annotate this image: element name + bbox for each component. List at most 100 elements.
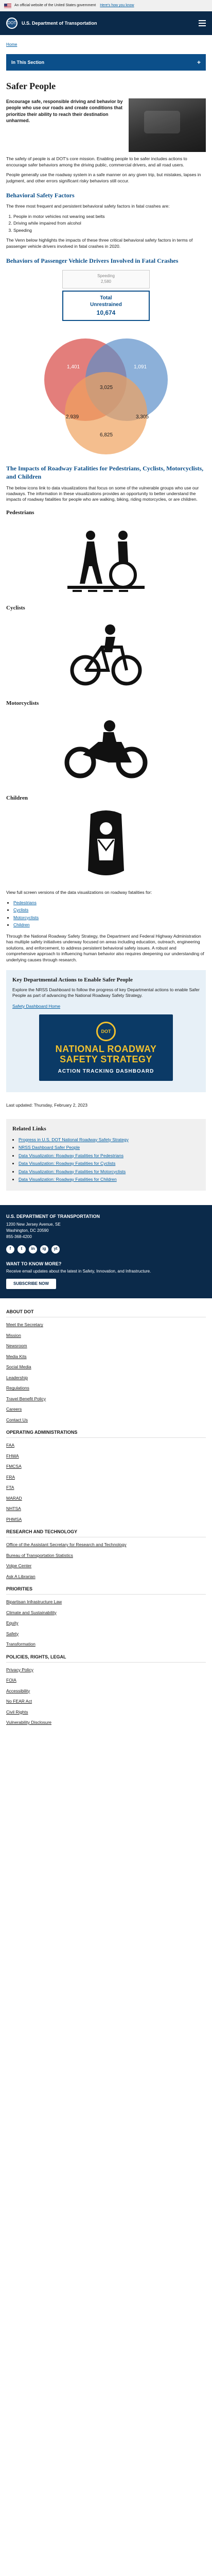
- stat-tile-speeding: Speeding 2,580: [62, 270, 150, 289]
- motorcycle-icon: [64, 720, 148, 778]
- safety-dashboard-link[interactable]: Safety Dashboard Home: [12, 1004, 60, 1009]
- nrss-dashboard-banner[interactable]: DOT NATIONAL ROADWAY SAFETY STRATEGY ACT…: [39, 1014, 173, 1081]
- related-link[interactable]: Data Visualization: Roadway Fatalities f…: [19, 1153, 123, 1158]
- children-heading: Children: [6, 795, 28, 802]
- site-header: DOT U.S. Department of Transportation: [0, 11, 212, 35]
- list-item: Data Visualization: Roadway Fatalities f…: [19, 1177, 200, 1182]
- related-link[interactable]: Data Visualization: Roadway Fatalities f…: [19, 1177, 117, 1182]
- footer-nav-link[interactable]: No FEAR Act: [6, 1699, 206, 1704]
- footer-nav-link[interactable]: Contact Us: [6, 1417, 206, 1423]
- breadcrumb-home[interactable]: Home: [6, 42, 17, 47]
- footer-nav-link[interactable]: FAA: [6, 1443, 206, 1448]
- footer-nav-link[interactable]: Volpe Center: [6, 1563, 206, 1569]
- footer-nav-title: OPERATING ADMINISTRATIONS: [6, 1429, 206, 1438]
- youtube-icon[interactable]: yt: [51, 1245, 60, 1253]
- related-link[interactable]: Data Visualization: Roadway Fatalities f…: [19, 1169, 126, 1174]
- children-figure[interactable]: [6, 806, 206, 884]
- footer-phone[interactable]: 855-368-4200: [6, 1234, 32, 1239]
- venn-region-label: 1,091: [134, 364, 147, 370]
- footer-nav-link[interactable]: Careers: [6, 1406, 206, 1412]
- related-link[interactable]: NRSS Dashboard Safer People: [19, 1145, 80, 1150]
- list-item: Data Visualization: Roadway Fatalities f…: [19, 1153, 200, 1159]
- venn-heading: Behaviors of Passenger Vehicle Drivers I…: [6, 257, 179, 265]
- footer-nav-link[interactable]: Safety: [6, 1631, 206, 1637]
- venn-svg: 2,939 3,305 3,025 6,825 1,401 1,091: [44, 338, 168, 455]
- footer-org: U.S. DEPARTMENT OF TRANSPORTATION: [6, 1214, 100, 1219]
- list-item: NRSS Dashboard Safer People: [19, 1145, 200, 1150]
- related-link[interactable]: Data Visualization: Roadway Fatalities f…: [19, 1161, 115, 1166]
- in-this-section-toggle[interactable]: In This Section +: [6, 54, 206, 71]
- venn-paragraph: The Venn below highlights the impacts of…: [6, 238, 193, 249]
- footer-nav: ABOUT DOT Meet the Secretary Mission New…: [0, 1298, 212, 1740]
- impacts-heading: The Impacts of Roadway Fatalities for Pe…: [6, 465, 204, 481]
- footer-nav-link[interactable]: Accessibility: [6, 1688, 206, 1694]
- list-item: Children: [13, 922, 206, 928]
- footer-nav-link[interactable]: Media Kits: [6, 1354, 206, 1360]
- list-item: Cyclists: [13, 907, 206, 913]
- footer-nav-link[interactable]: Newsroom: [6, 1343, 206, 1349]
- footer-nav-section: OPERATING ADMINISTRATIONS FAA FHWA FMCSA…: [6, 1429, 206, 1522]
- footer-nav-title: PRIORITIES: [6, 1586, 206, 1595]
- footer-nav-link[interactable]: Vulnerability Disclosure: [6, 1720, 206, 1725]
- footer-nav-title: POLICIES, RIGHTS, LEGAL: [6, 1654, 206, 1663]
- related-links: Related Links Progress in U.S. DOT Natio…: [6, 1118, 206, 1191]
- venn-region-label: 1,401: [67, 364, 80, 370]
- intro-row: Encourage safe, responsible driving and …: [6, 98, 206, 152]
- footer-nav-link[interactable]: Climate and Sustainability: [6, 1610, 206, 1616]
- callout-body: Explore the NRSS Dashboard to follow the…: [12, 987, 200, 998]
- footer-nav-link[interactable]: Equity: [6, 1620, 206, 1626]
- menu-icon[interactable]: [199, 20, 206, 26]
- intro-paragraph-2: People generally use the roadway system …: [6, 172, 201, 183]
- cyclists-figure[interactable]: [6, 616, 206, 693]
- banner-subtitle: ACTION TRACKING DASHBOARD: [58, 1068, 154, 1074]
- social-links: f t in ig yt: [6, 1245, 206, 1253]
- footer-nav-link[interactable]: FMCSA: [6, 1464, 206, 1469]
- link-cyclists[interactable]: Cyclists: [13, 907, 28, 912]
- footer-nav-link[interactable]: Regulations: [6, 1385, 206, 1391]
- stat-sub: Unrestrained: [90, 302, 122, 308]
- footer-nav-link[interactable]: PHMSA: [6, 1517, 206, 1522]
- footer-nav-link[interactable]: FTA: [6, 1485, 206, 1490]
- motorcyclists-heading: Motorcyclists: [6, 700, 39, 706]
- footer-nav-link[interactable]: Travel Benefit Policy: [6, 1396, 206, 1402]
- footer-nav-link[interactable]: Social Media: [6, 1364, 206, 1370]
- page-title: Safer People: [6, 80, 56, 91]
- how-you-know-link[interactable]: Here's how you know: [100, 3, 134, 8]
- footer-nav-link[interactable]: Leadership: [6, 1375, 206, 1381]
- footer-nav-link[interactable]: MARAD: [6, 1496, 206, 1501]
- footer-nav-section: POLICIES, RIGHTS, LEGAL Privacy Policy F…: [6, 1654, 206, 1726]
- footer-nav-link[interactable]: Privacy Policy: [6, 1667, 206, 1673]
- footer-nav-link[interactable]: NHTSA: [6, 1506, 206, 1512]
- pedestrians-figure[interactable]: [6, 521, 206, 598]
- last-updated: Last updated: Thursday, February 2, 2023: [6, 1103, 87, 1108]
- facebook-icon[interactable]: f: [6, 1245, 14, 1253]
- site-name[interactable]: U.S. Department of Transportation: [22, 20, 195, 26]
- footer-nav-link[interactable]: Office of the Assistant Secretary for Re…: [6, 1542, 206, 1548]
- footer-nav-link[interactable]: Mission: [6, 1333, 206, 1338]
- link-children[interactable]: Children: [13, 922, 30, 927]
- factors-list: People in motor vehicles not wearing sea…: [6, 214, 206, 233]
- linkedin-icon[interactable]: in: [29, 1245, 37, 1253]
- dot-seal-icon[interactable]: DOT: [6, 18, 17, 29]
- motorcyclists-figure[interactable]: [6, 711, 206, 788]
- link-motorcyclists[interactable]: Motorcyclists: [13, 915, 39, 920]
- footer-nav-link[interactable]: Meet the Secretary: [6, 1322, 206, 1328]
- car-seat-icon: [88, 810, 124, 876]
- footer-nav-link[interactable]: FHWA: [6, 1453, 206, 1459]
- footer-nav-link[interactable]: Bipartisan Infrastructure Law: [6, 1599, 206, 1605]
- related-link[interactable]: Progress in U.S. DOT National Roadway Sa…: [19, 1137, 129, 1142]
- venn-diagram: 2,939 3,305 3,025 6,825 1,401 1,091: [6, 328, 206, 457]
- footer-nav-link[interactable]: FRA: [6, 1475, 206, 1480]
- list-item: Data Visualization: Roadway Fatalities f…: [19, 1161, 200, 1166]
- twitter-icon[interactable]: t: [17, 1245, 26, 1253]
- footer-nav-link[interactable]: Ask A Librarian: [6, 1574, 206, 1580]
- subscribe-button[interactable]: SUBSCRIBE NOW: [6, 1278, 56, 1290]
- cyclists-heading: Cyclists: [6, 604, 25, 611]
- footer-nav-link[interactable]: Bureau of Transportation Statistics: [6, 1553, 206, 1558]
- link-pedestrians[interactable]: Pedestrians: [13, 900, 37, 905]
- footer-nav-link[interactable]: Civil Rights: [6, 1709, 206, 1715]
- footer-nav-link[interactable]: Transformation: [6, 1641, 206, 1647]
- footer-nav-link[interactable]: FOIA: [6, 1677, 206, 1683]
- plus-icon: +: [197, 58, 201, 66]
- instagram-icon[interactable]: ig: [40, 1245, 48, 1253]
